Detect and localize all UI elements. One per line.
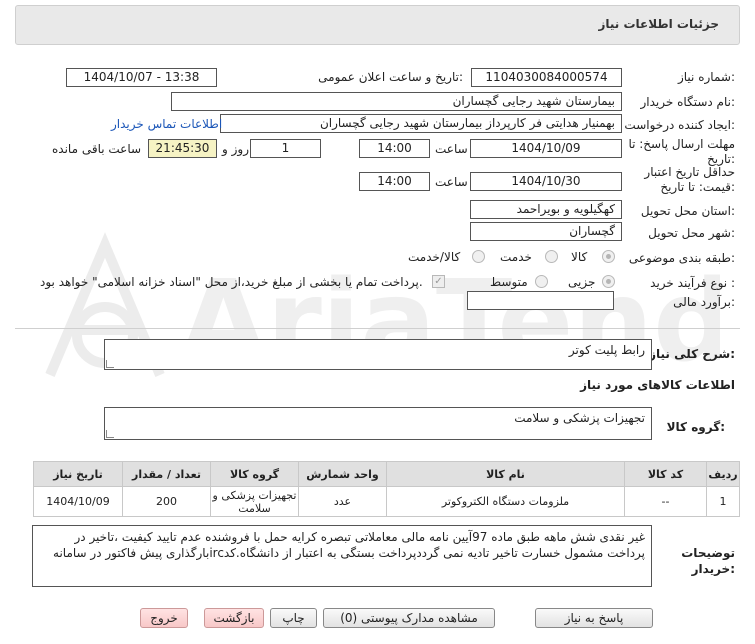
col-unit: واحد شمارش: [298, 461, 387, 487]
remaining-time-label: ساعت باقی مانده: [52, 142, 142, 156]
category-both-label: کالا/خدمت: [408, 250, 461, 264]
cell-qty: 200: [122, 486, 211, 517]
buyer-notes-textarea[interactable]: غیر نقدی شش ماهه طبق ماده 97آیین نامه ما…: [32, 525, 652, 587]
need-number-field: 1104030084000574: [471, 68, 622, 87]
treasury-note: پرداخت تمام یا بخشی از مبلغ خرید،از محل …: [40, 275, 423, 289]
price-validity-time-field: 14:00: [359, 172, 430, 191]
cell-row: 1: [706, 486, 740, 517]
col-name: نام کالا: [386, 461, 625, 487]
goods-group-text: تجهیزات پزشکی و سلامت: [514, 411, 645, 425]
category-goods-radio[interactable]: [602, 250, 615, 263]
category-both-radio[interactable]: [472, 250, 485, 263]
category-label: طبقه بندی موضوعی:: [628, 251, 735, 265]
announce-datetime-field: 1404/10/07 - 13:38: [66, 68, 217, 87]
page-title: جزئیات اطلاعات نیاز: [598, 17, 719, 31]
col-qty: تعداد / مقدار: [122, 461, 211, 487]
need-number-label: شماره نیاز:: [677, 70, 735, 84]
reply-deadline-time-field: 14:00: [359, 139, 430, 158]
financial-estimate-label: برآورد مالی:: [673, 295, 735, 309]
print-button[interactable]: چاپ: [270, 608, 317, 628]
city-field: گچساران: [470, 222, 622, 241]
reply-time-label: ساعت: [435, 142, 468, 156]
cell-name: ملزومات دستگاه الکتروکوتر: [386, 486, 625, 517]
reply-days-field: 1: [250, 139, 321, 158]
table-header-row: ردیف کد کالا نام کالا واحد شمارش گروه کا…: [33, 461, 740, 487]
description-textarea[interactable]: رابط پلیت کوتر: [104, 339, 652, 370]
col-group: گروه کالا: [210, 461, 299, 487]
col-row: ردیف: [706, 461, 740, 487]
resize-handle-icon[interactable]: [106, 360, 114, 368]
header-panel: جزئیات اطلاعات نیاز: [15, 5, 740, 45]
price-validity-label: حداقل تاریخ اعتبار قیمت: تا تاریخ:: [644, 165, 735, 194]
process-medium-label: متوسط: [490, 275, 528, 289]
reply-button[interactable]: پاسخ به نیاز: [535, 608, 653, 628]
purchase-process-label: نوع فرآیند خرید :: [650, 276, 735, 290]
announce-datetime-label: تاریخ و ساعت اعلان عمومی:: [318, 70, 463, 84]
reply-deadline-date-field: 1404/10/09: [470, 139, 622, 158]
buyer-org-label: نام دستگاه خریدار:: [640, 95, 736, 109]
exit-button[interactable]: خروج: [140, 608, 188, 628]
process-medium-radio[interactable]: [535, 275, 548, 288]
buyer-org-field: بیمارستان شهید رجایی گچساران: [171, 92, 622, 111]
creator-label: ایجاد کننده درخواست:: [624, 118, 735, 132]
process-minor-radio[interactable]: [602, 275, 615, 288]
buyer-contact-link[interactable]: اطلاعات تماس خریدار: [111, 117, 222, 131]
remaining-time-field: 21:45:30: [148, 139, 217, 158]
category-goods-label: کالا: [571, 250, 588, 264]
process-minor-label: جزیی: [568, 275, 596, 289]
treasury-checkbox[interactable]: ✓: [432, 275, 445, 288]
reply-deadline-label: مهلت ارسال پاسخ: تا تاریخ:: [628, 137, 735, 166]
cell-group: تجهیزات پزشکی و سلامت: [210, 486, 299, 517]
goods-info-title: اطلاعات کالاهای مورد نیاز: [580, 378, 735, 392]
col-code: کد کالا: [624, 461, 707, 487]
price-validity-time-label: ساعت: [435, 175, 468, 189]
cell-unit: عدد: [298, 486, 387, 517]
description-label: شرح کلی نیاز:: [649, 347, 735, 361]
creator-field: بهمنیار هدایتی فر کارپرداز بیمارستان شهی…: [220, 114, 622, 133]
cell-date: 1404/10/09: [33, 486, 123, 517]
days-label: روز و: [222, 142, 249, 156]
buyer-notes-text: غیر نقدی شش ماهه طبق ماده 97آیین نامه ما…: [53, 530, 645, 560]
col-date: تاریخ نیاز: [33, 461, 123, 487]
category-service-radio[interactable]: [545, 250, 558, 263]
items-table: ردیف کد کالا نام کالا واحد شمارش گروه کا…: [33, 461, 740, 517]
back-button[interactable]: بازگشت: [204, 608, 264, 628]
table-row[interactable]: 1 -- ملزومات دستگاه الکتروکوتر عدد تجهیز…: [33, 486, 740, 517]
price-validity-date-field: 1404/10/30: [470, 172, 622, 191]
attachments-button[interactable]: مشاهده مدارک پیوستی (0): [323, 608, 495, 628]
buyer-notes-label: توضیحات خریدار:: [681, 546, 735, 576]
financial-estimate-field[interactable]: [467, 291, 614, 310]
goods-group-label: گروه کالا:: [666, 420, 725, 434]
cell-code: --: [624, 486, 707, 517]
province-field: کهگیلویه و بویراحمد: [470, 200, 622, 219]
goods-group-textarea[interactable]: تجهیزات پزشکی و سلامت: [104, 407, 652, 440]
city-label: شهر محل تحویل:: [648, 226, 735, 240]
divider: [15, 328, 740, 329]
category-service-label: خدمت: [500, 250, 532, 264]
description-text: رابط پلیت کوتر: [568, 343, 645, 357]
resize-handle-icon[interactable]: [106, 430, 114, 438]
province-label: استان محل تحویل:: [640, 204, 735, 218]
